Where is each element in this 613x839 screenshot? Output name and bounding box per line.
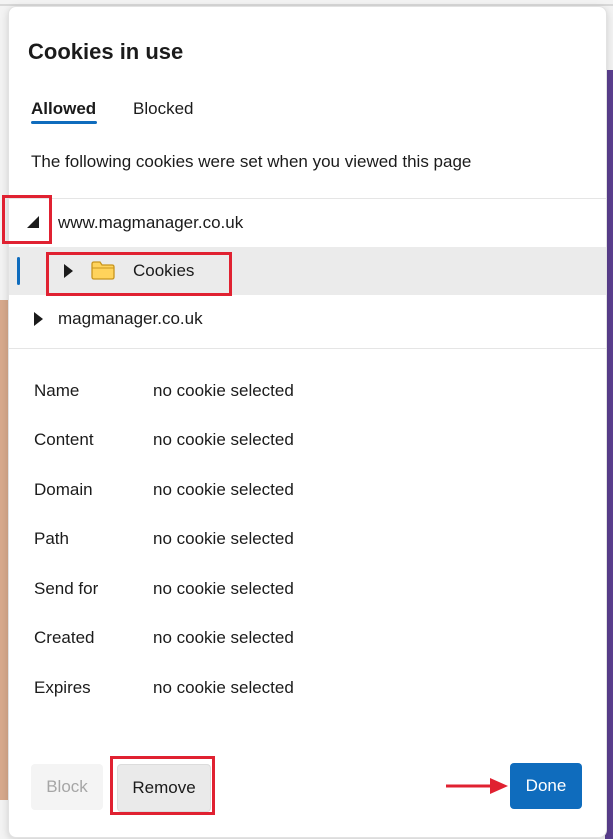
detail-label: Send for [34,579,99,598]
detail-row-expires: Expires no cookie selected [34,678,594,702]
divider [9,348,606,349]
detail-value: no cookie selected [153,529,294,548]
detail-label: Content [34,430,94,449]
background-photo-edge [0,300,8,800]
detail-value: no cookie selected [153,579,294,598]
detail-value: no cookie selected [153,430,294,449]
detail-label: Created [34,628,95,647]
tree-item-label: magmanager.co.uk [58,309,203,328]
active-tab-indicator [31,121,97,124]
detail-row-send-for: Send for no cookie selected [34,579,594,603]
annotation-highlight-box [110,756,215,815]
annotation-highlight-box [46,252,232,296]
detail-row-content: Content no cookie selected [34,430,594,454]
detail-row-path: Path no cookie selected [34,529,594,553]
tab-blocked[interactable]: Blocked [133,99,193,119]
detail-row-domain: Domain no cookie selected [34,480,594,504]
expand-triangle-icon[interactable] [34,312,43,326]
detail-label: Name [34,381,80,400]
dialog-title: Cookies in use [28,39,184,64]
detail-value: no cookie selected [153,480,294,499]
detail-row-created: Created no cookie selected [34,628,594,652]
detail-value: no cookie selected [153,628,294,647]
selection-indicator [17,257,20,285]
dialog-description: The following cookies were set when you … [31,152,472,171]
detail-label: Domain [34,480,93,499]
annotation-arrow-icon [446,778,508,794]
detail-label: Expires [34,678,91,697]
tree-item-label: www.magmanager.co.uk [58,213,244,232]
tree-item-site[interactable]: www.magmanager.co.uk [9,199,606,247]
tab-allowed[interactable]: Allowed [31,99,96,119]
detail-row-name: Name no cookie selected [34,381,594,405]
detail-value: no cookie selected [153,381,294,400]
done-button[interactable]: Done [510,763,582,809]
detail-value: no cookie selected [153,678,294,697]
block-button[interactable]: Block [31,764,103,810]
annotation-highlight-box [2,195,52,244]
detail-label: Path [34,529,69,548]
cookies-dialog: Cookies in use Allowed Blocked The follo… [8,6,607,838]
tree-item-domain[interactable]: magmanager.co.uk [9,295,606,343]
